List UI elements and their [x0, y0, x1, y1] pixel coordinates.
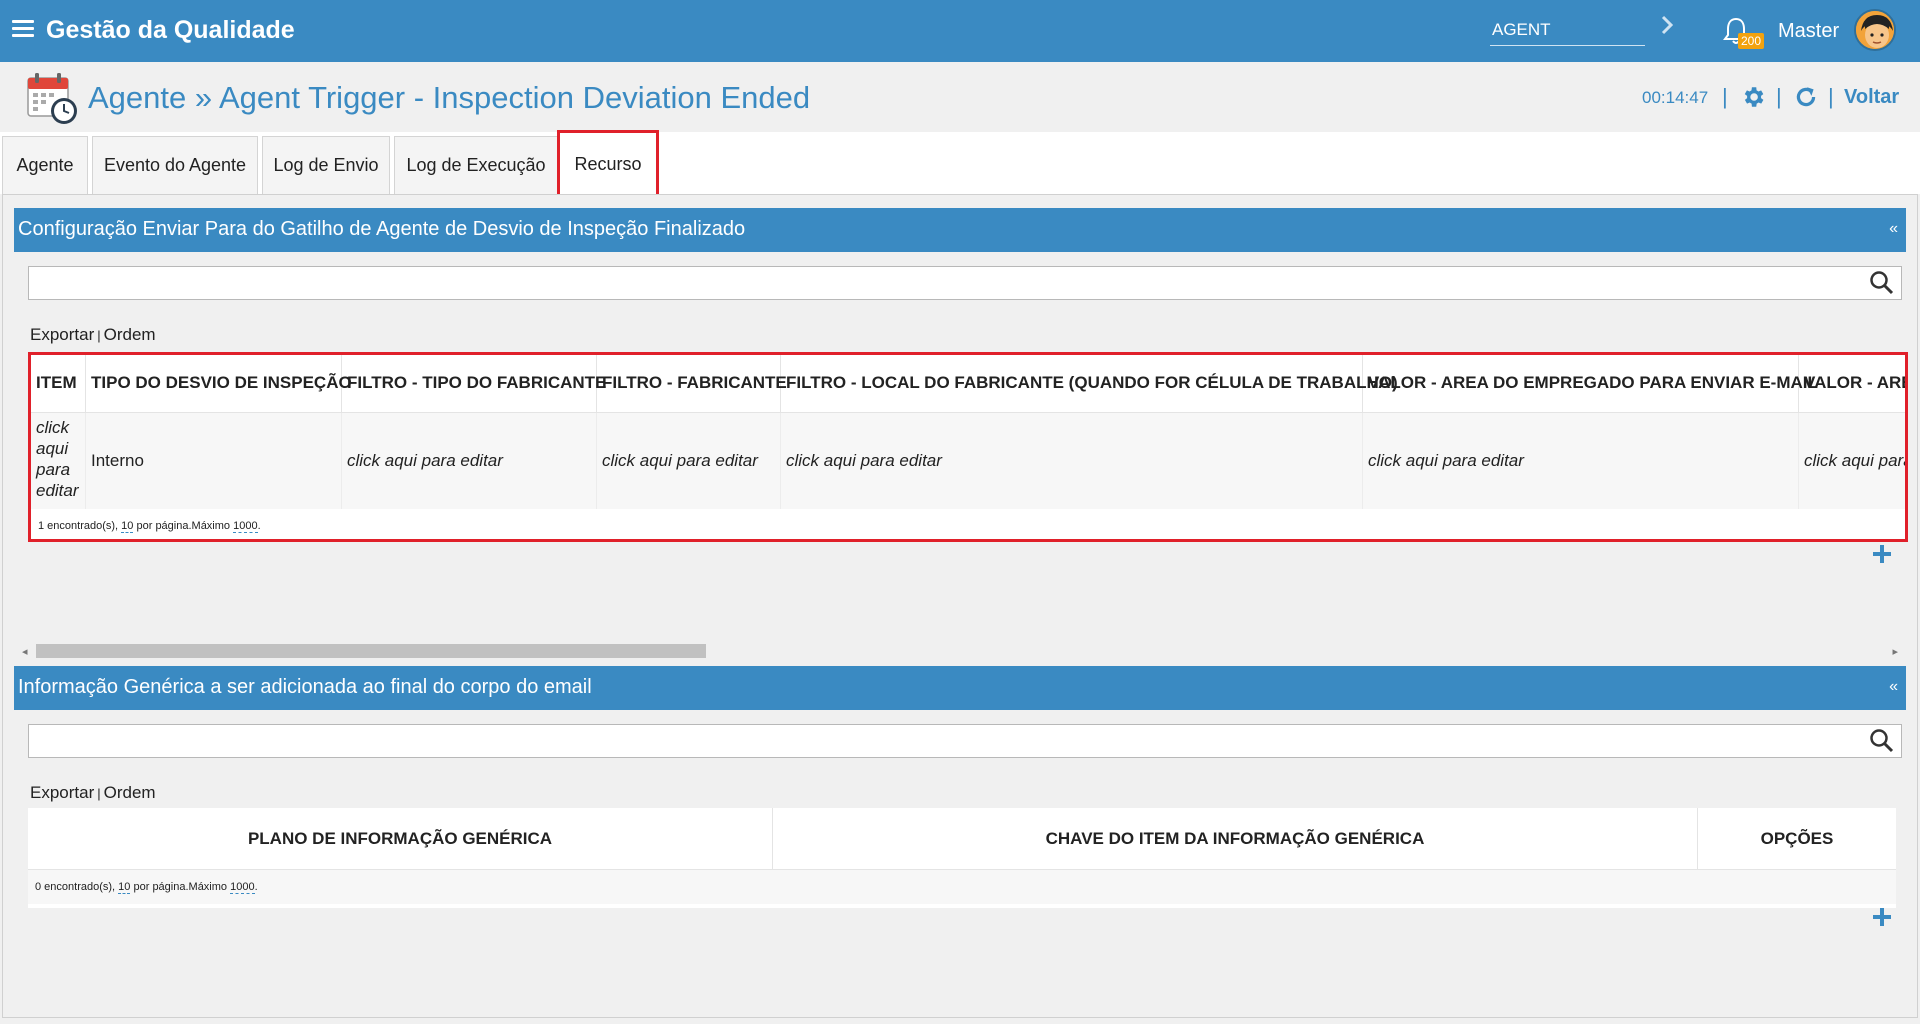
add-row-button[interactable] — [1873, 545, 1891, 563]
cell-filtro-fabricante[interactable]: click aqui para editar — [597, 413, 781, 509]
col-header-valor-are[interactable]: VALOR - ARE — [1799, 355, 1905, 413]
pager-per-page[interactable]: 10 — [121, 520, 134, 533]
tab-bar: Agente Evento do Agente Log de Envio Log… — [0, 130, 1920, 198]
separator: | — [97, 786, 101, 801]
send-to-grid: ITEM TIPO DO DESVIO DE INSPEÇÃO FILTRO -… — [28, 352, 1908, 542]
pager-max[interactable]: 1000 — [230, 881, 255, 894]
col-header-filtro-fabricante[interactable]: FILTRO - FABRICANTE — [597, 355, 787, 413]
pager-per-page[interactable]: 10 — [118, 881, 131, 894]
col-header-tipo-desvio[interactable]: TIPO DO DESVIO DE INSPEÇÃO — [86, 355, 352, 413]
refresh-icon[interactable] — [1793, 84, 1819, 110]
module-input[interactable] — [1490, 14, 1645, 46]
search-input[interactable] — [29, 725, 1859, 755]
cell-filtro-local[interactable]: click aqui para editar — [781, 413, 1363, 509]
cell-item[interactable]: click aqui para editar — [31, 413, 86, 509]
notification-badge: 200 — [1738, 33, 1765, 49]
col-header-chave[interactable]: CHAVE DO ITEM DA INFORMAÇÃO GENÉRICA — [773, 808, 1698, 870]
scroll-right-icon[interactable]: ▸ — [1892, 645, 1898, 658]
collapse-button[interactable]: « — [1889, 678, 1898, 696]
grid-pager: 1 encontrado(s), 10 por página.Máximo 10… — [38, 520, 261, 533]
scroll-left-icon[interactable]: ◂ — [22, 645, 28, 658]
user-name[interactable]: Master — [1778, 20, 1839, 43]
divider: | — [1828, 84, 1834, 109]
add-row-button[interactable] — [1873, 908, 1891, 926]
pager-per-page-text: por página.Máximo — [136, 520, 231, 532]
pager-found: 0 encontrado(s), — [35, 881, 116, 893]
divider: | — [1722, 84, 1728, 109]
separator: | — [97, 328, 101, 343]
search-input[interactable] — [29, 267, 1859, 297]
search-box — [28, 266, 1902, 300]
avatar[interactable] — [1854, 9, 1896, 51]
search-box — [28, 724, 1902, 758]
col-header-valor-area[interactable]: VALOR - AREA DO EMPREGADO PARA ENVIAR E-… — [1363, 355, 1818, 413]
search-icon[interactable] — [1869, 270, 1895, 296]
order-link[interactable]: Ordem — [104, 783, 156, 802]
generic-info-grid: PLANO DE INFORMAÇÃO GENÉRICA CHAVE DO IT… — [28, 808, 1896, 908]
search-icon[interactable] — [1869, 728, 1895, 754]
col-header-item[interactable]: ITEM — [31, 355, 86, 413]
table-header: ITEM TIPO DO DESVIO DE INSPEÇÃO FILTRO -… — [31, 355, 1905, 413]
pager-end: . — [254, 881, 258, 893]
page-header: Agente » Agent Trigger - Inspection Devi… — [0, 62, 1920, 132]
export-link[interactable]: Exportar — [30, 325, 94, 344]
menu-icon[interactable] — [12, 20, 34, 38]
export-link[interactable]: Exportar — [30, 783, 94, 802]
col-header-plano[interactable]: PLANO DE INFORMAÇÃO GENÉRICA — [28, 808, 773, 870]
scrollbar-thumb[interactable] — [36, 644, 706, 658]
section-title: Configuração Enviar Para do Gatilho de A… — [18, 218, 746, 240]
session-timer: 00:14:47 — [1642, 88, 1709, 107]
tab-log-de-execucao[interactable]: Log de Execução — [394, 136, 558, 194]
section-title: Informação Genérica a ser adicionada ao … — [18, 676, 592, 698]
grid-pager: 0 encontrado(s), 10 por página.Máximo 10… — [35, 881, 258, 894]
chevron-right-icon[interactable] — [1660, 14, 1674, 42]
pager-end: . — [257, 520, 261, 532]
pager-found: 1 encontrado(s), — [38, 520, 119, 532]
gear-icon[interactable] — [1740, 84, 1766, 110]
grid-toolbar: Exportar | Ordem — [30, 325, 156, 345]
table-header: PLANO DE INFORMAÇÃO GENÉRICA CHAVE DO IT… — [28, 808, 1896, 870]
col-header-filtro-tipo-fabricante[interactable]: FILTRO - TIPO DO FABRICANTE — [342, 355, 606, 413]
section-header-send-to: Configuração Enviar Para do Gatilho de A… — [14, 208, 1906, 252]
table-row: click aqui para editar Interno click aqu… — [31, 413, 1905, 509]
back-link[interactable]: Voltar — [1844, 86, 1899, 109]
cell-valor-area[interactable]: click aqui para editar — [1363, 413, 1799, 509]
divider: | — [1776, 84, 1782, 109]
collapse-button[interactable]: « — [1889, 220, 1898, 238]
grid-toolbar: Exportar | Ordem — [30, 783, 156, 803]
tab-agente[interactable]: Agente — [2, 136, 88, 194]
tab-evento-do-agente[interactable]: Evento do Agente — [92, 136, 258, 194]
top-bar: Gestão da Qualidade 200 Master — [0, 0, 1920, 62]
calendar-clock-icon — [26, 70, 80, 126]
pager-max[interactable]: 1000 — [233, 520, 258, 533]
col-header-opcoes: OPÇÕES — [1760, 829, 1834, 848]
horizontal-scrollbar[interactable]: ◂ ▸ — [20, 642, 1900, 660]
col-header-filtro-local[interactable]: FILTRO - LOCAL DO FABRICANTE (QUANDO FOR… — [781, 355, 1398, 413]
tab-log-de-envio[interactable]: Log de Envio — [262, 136, 390, 194]
cell-valor-are[interactable]: click aqui para — [1799, 413, 1905, 509]
cell-tipo-desvio[interactable]: Interno — [86, 413, 342, 509]
section-header-generic-info: Informação Genérica a ser adicionada ao … — [14, 666, 1906, 710]
tab-recurso[interactable]: Recurso — [557, 130, 659, 198]
pager-per-page-text: por página.Máximo — [133, 881, 228, 893]
page-title: Agente » Agent Trigger - Inspection Devi… — [88, 80, 811, 115]
pager-row: 0 encontrado(s), 10 por página.Máximo 10… — [28, 870, 1896, 904]
app-title: Gestão da Qualidade — [46, 16, 295, 44]
order-link[interactable]: Ordem — [104, 325, 156, 344]
cell-filtro-tipo-fabricante[interactable]: click aqui para editar — [342, 413, 597, 509]
